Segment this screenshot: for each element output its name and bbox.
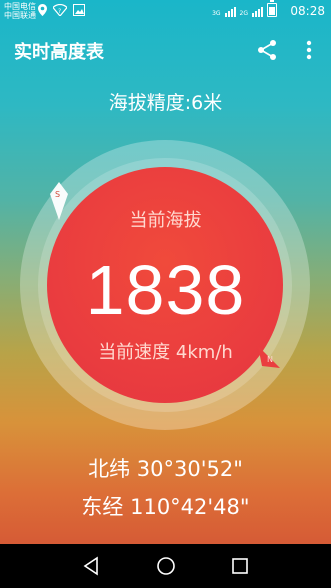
share-button[interactable]: [254, 37, 280, 63]
altitude-value: 1838: [85, 251, 246, 329]
recents-square-icon: [232, 558, 248, 574]
carrier-info: 中国电信 中国联通: [4, 2, 36, 20]
battery-icon: [267, 0, 277, 17]
status-icons-right: 3G 2G: [212, 0, 277, 17]
carrier-2: 中国联通: [4, 11, 36, 20]
carrier-1: 中国电信: [4, 2, 36, 11]
app-title: 实时高度表: [14, 42, 104, 63]
altitude-label: 当前海拔: [129, 210, 202, 231]
wifi-question-icon: ?: [53, 4, 67, 16]
signal-icon-1: [224, 5, 236, 17]
signal-icon-2: [252, 5, 263, 17]
network-type-2: 2G: [239, 10, 248, 17]
recents-button[interactable]: [228, 554, 252, 578]
latitude: 北纬 30°30'52": [88, 457, 243, 481]
status-icons-left: ?: [38, 4, 85, 16]
back-button[interactable]: [80, 554, 104, 578]
network-type-1: 3G: [212, 10, 221, 17]
more-vert-icon: [306, 40, 312, 60]
clock: 08:28: [290, 4, 325, 18]
location-pin-icon: [38, 4, 47, 16]
status-bar: 中国电信 中国联通 ? 3G 2G 08:28: [0, 0, 331, 24]
home-circle-icon: [157, 557, 175, 575]
app-screen: 中国电信 中国联通 ? 3G 2G 08:28 实时高度表 海拔精度:6米 S …: [0, 0, 331, 588]
speed-text: 当前速度 4km/h: [98, 342, 233, 363]
more-options-button[interactable]: [300, 37, 318, 63]
navigation-bar: [0, 544, 331, 588]
image-notification-icon: [73, 4, 85, 16]
altitude-accuracy: 海拔精度:6米: [108, 92, 223, 114]
home-button[interactable]: [154, 554, 178, 578]
share-icon: [258, 40, 276, 60]
back-triangle-icon: [83, 556, 98, 576]
svg-text:?: ?: [58, 8, 61, 15]
south-marker-label: S: [55, 190, 60, 199]
longitude: 东经 110°42'48": [81, 495, 250, 519]
app-bar: 实时高度表: [0, 24, 331, 76]
